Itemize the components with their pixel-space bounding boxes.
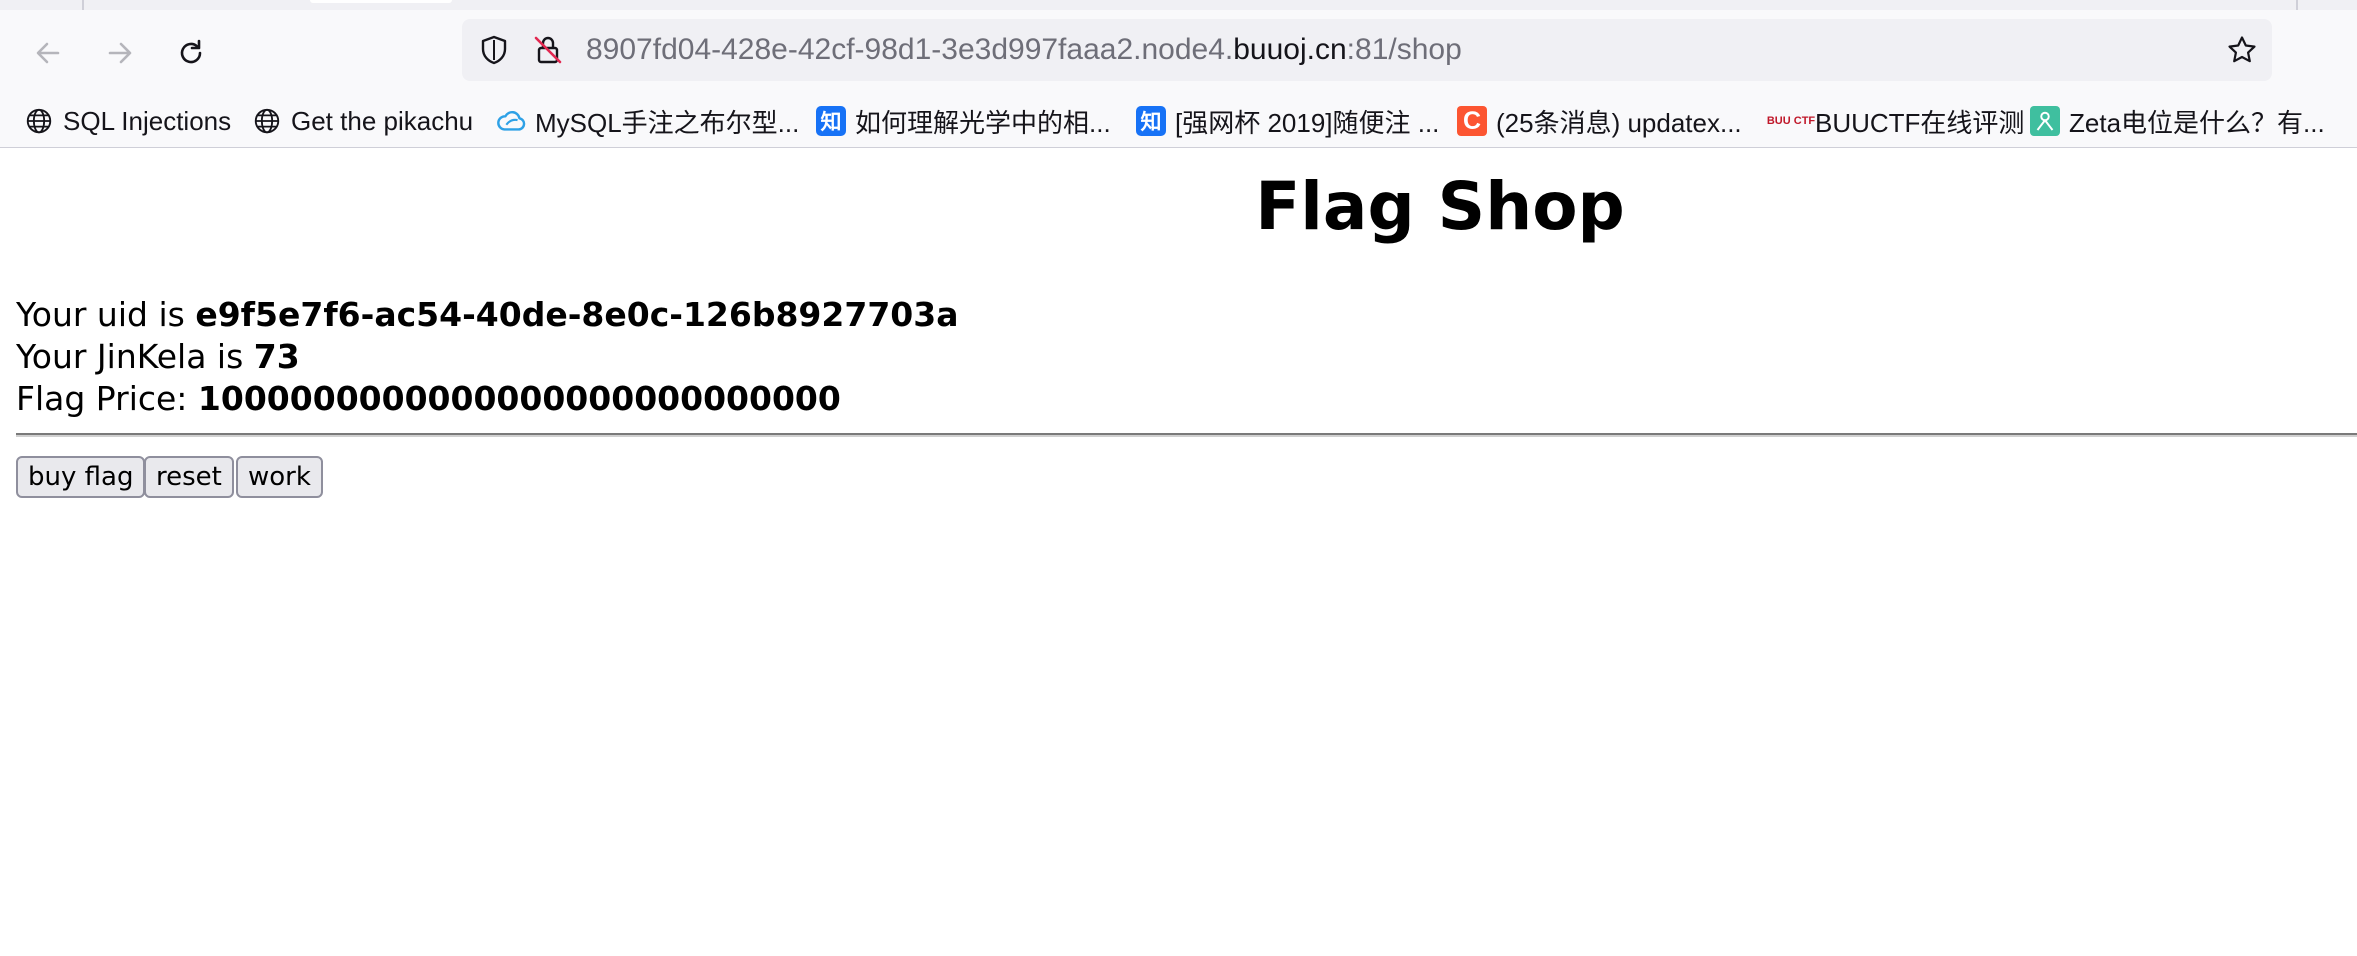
reset-button[interactable]: reset	[144, 456, 234, 498]
zeta-icon	[2030, 106, 2060, 136]
bookmark-label: MySQL手注之布尔型...	[535, 107, 800, 138]
url-host: buuoj.cn	[1233, 33, 1347, 66]
bookmark-label: Get the pikachu	[291, 105, 474, 136]
uid-line: Your uid is e9f5e7f6-ac54-40de-8e0c-126b…	[16, 294, 958, 336]
page-title: Flag Shop	[1255, 168, 1625, 245]
url-prefix: 8907fd04-428e-42cf-98d1-3e3d997faaa2.nod…	[586, 33, 1234, 66]
bookmarks-toolbar: SQL Injections Get the pikachu MySQL手注之布…	[0, 95, 2357, 149]
jinkela-line: Your JinKela is 73	[16, 336, 300, 378]
bookmark-label: [强网杯 2019]随便注 ...	[1175, 107, 1440, 138]
back-button[interactable]	[25, 30, 71, 76]
jinkela-label: Your JinKela is	[16, 337, 254, 376]
bookmark-sql-injections[interactable]: SQL Injections	[24, 102, 231, 140]
tab-divider	[2296, 0, 2298, 10]
reload-icon	[180, 39, 202, 64]
star-icon[interactable]	[2226, 34, 2258, 66]
shield-icon[interactable]	[478, 34, 510, 66]
work-button[interactable]: work	[236, 456, 323, 498]
uid-label: Your uid is	[16, 295, 196, 334]
page-content: Flag Shop Your uid is e9f5e7f6-ac54-40de…	[0, 148, 2357, 956]
forward-button[interactable]	[97, 30, 143, 76]
bookmark-csdn-updatexml[interactable]: C (25条消息) updatex...	[1457, 102, 1742, 140]
bookmark-zeta-potential[interactable]: Zeta电位是什么？有...	[2030, 102, 2325, 140]
active-tab-edge[interactable]	[310, 0, 452, 3]
reload-button[interactable]	[168, 30, 214, 76]
bookmark-label: BUUCTF在线评测	[1815, 107, 2025, 138]
bookmark-label: 如何理解光学中的相...	[855, 107, 1111, 138]
navigation-toolbar: 8907fd04-428e-42cf-98d1-3e3d997faaa2.nod…	[0, 10, 2357, 95]
zhihu-icon: 知	[1136, 106, 1166, 136]
buy-flag-button[interactable]: buy flag	[16, 456, 146, 498]
cloud-icon	[496, 106, 526, 136]
tab-divider	[82, 0, 84, 10]
bookmark-buuctf[interactable]: BUU CTF BUUCTF在线评测	[1766, 102, 2025, 140]
bookmark-label: SQL Injections	[63, 105, 232, 136]
flag-price-value: 1000000000000000000000000000	[197, 379, 841, 418]
globe-icon	[24, 106, 54, 136]
back-arrow-icon	[36, 42, 60, 64]
bookmark-get-the-pikachu[interactable]: Get the pikachu	[252, 102, 473, 140]
buuctf-icon: BUU CTF	[1766, 114, 1816, 127]
bookmark-qiangwangbei[interactable]: 知 [强网杯 2019]随便注 ...	[1136, 102, 1439, 140]
bookmark-label: (25条消息) updatex...	[1496, 107, 1742, 138]
csdn-icon: C	[1457, 106, 1487, 136]
url-suffix: :81/shop	[1346, 33, 1462, 66]
flag-price-line: Flag Price: 1000000000000000000000000000	[16, 378, 841, 420]
flag-price-label: Flag Price:	[16, 379, 198, 418]
url-text[interactable]: 8907fd04-428e-42cf-98d1-3e3d997faaa2.nod…	[586, 33, 1462, 67]
bookmark-zhihu-optics[interactable]: 知 如何理解光学中的相...	[816, 102, 1111, 140]
uid-value: e9f5e7f6-ac54-40de-8e0c-126b8927703a	[195, 295, 959, 334]
forward-arrow-icon	[108, 42, 132, 64]
lock-strikethrough-icon[interactable]	[532, 34, 564, 66]
jinkela-value: 73	[253, 337, 300, 376]
horizontal-rule	[16, 433, 2357, 437]
tab-strip	[0, 0, 2357, 10]
address-bar[interactable]: 8907fd04-428e-42cf-98d1-3e3d997faaa2.nod…	[462, 19, 2272, 81]
globe-icon	[252, 106, 282, 136]
bookmark-mysql[interactable]: MySQL手注之布尔型...	[496, 102, 799, 140]
bookmark-label: Zeta电位是什么？有...	[2069, 107, 2325, 138]
zhihu-icon: 知	[816, 106, 846, 136]
